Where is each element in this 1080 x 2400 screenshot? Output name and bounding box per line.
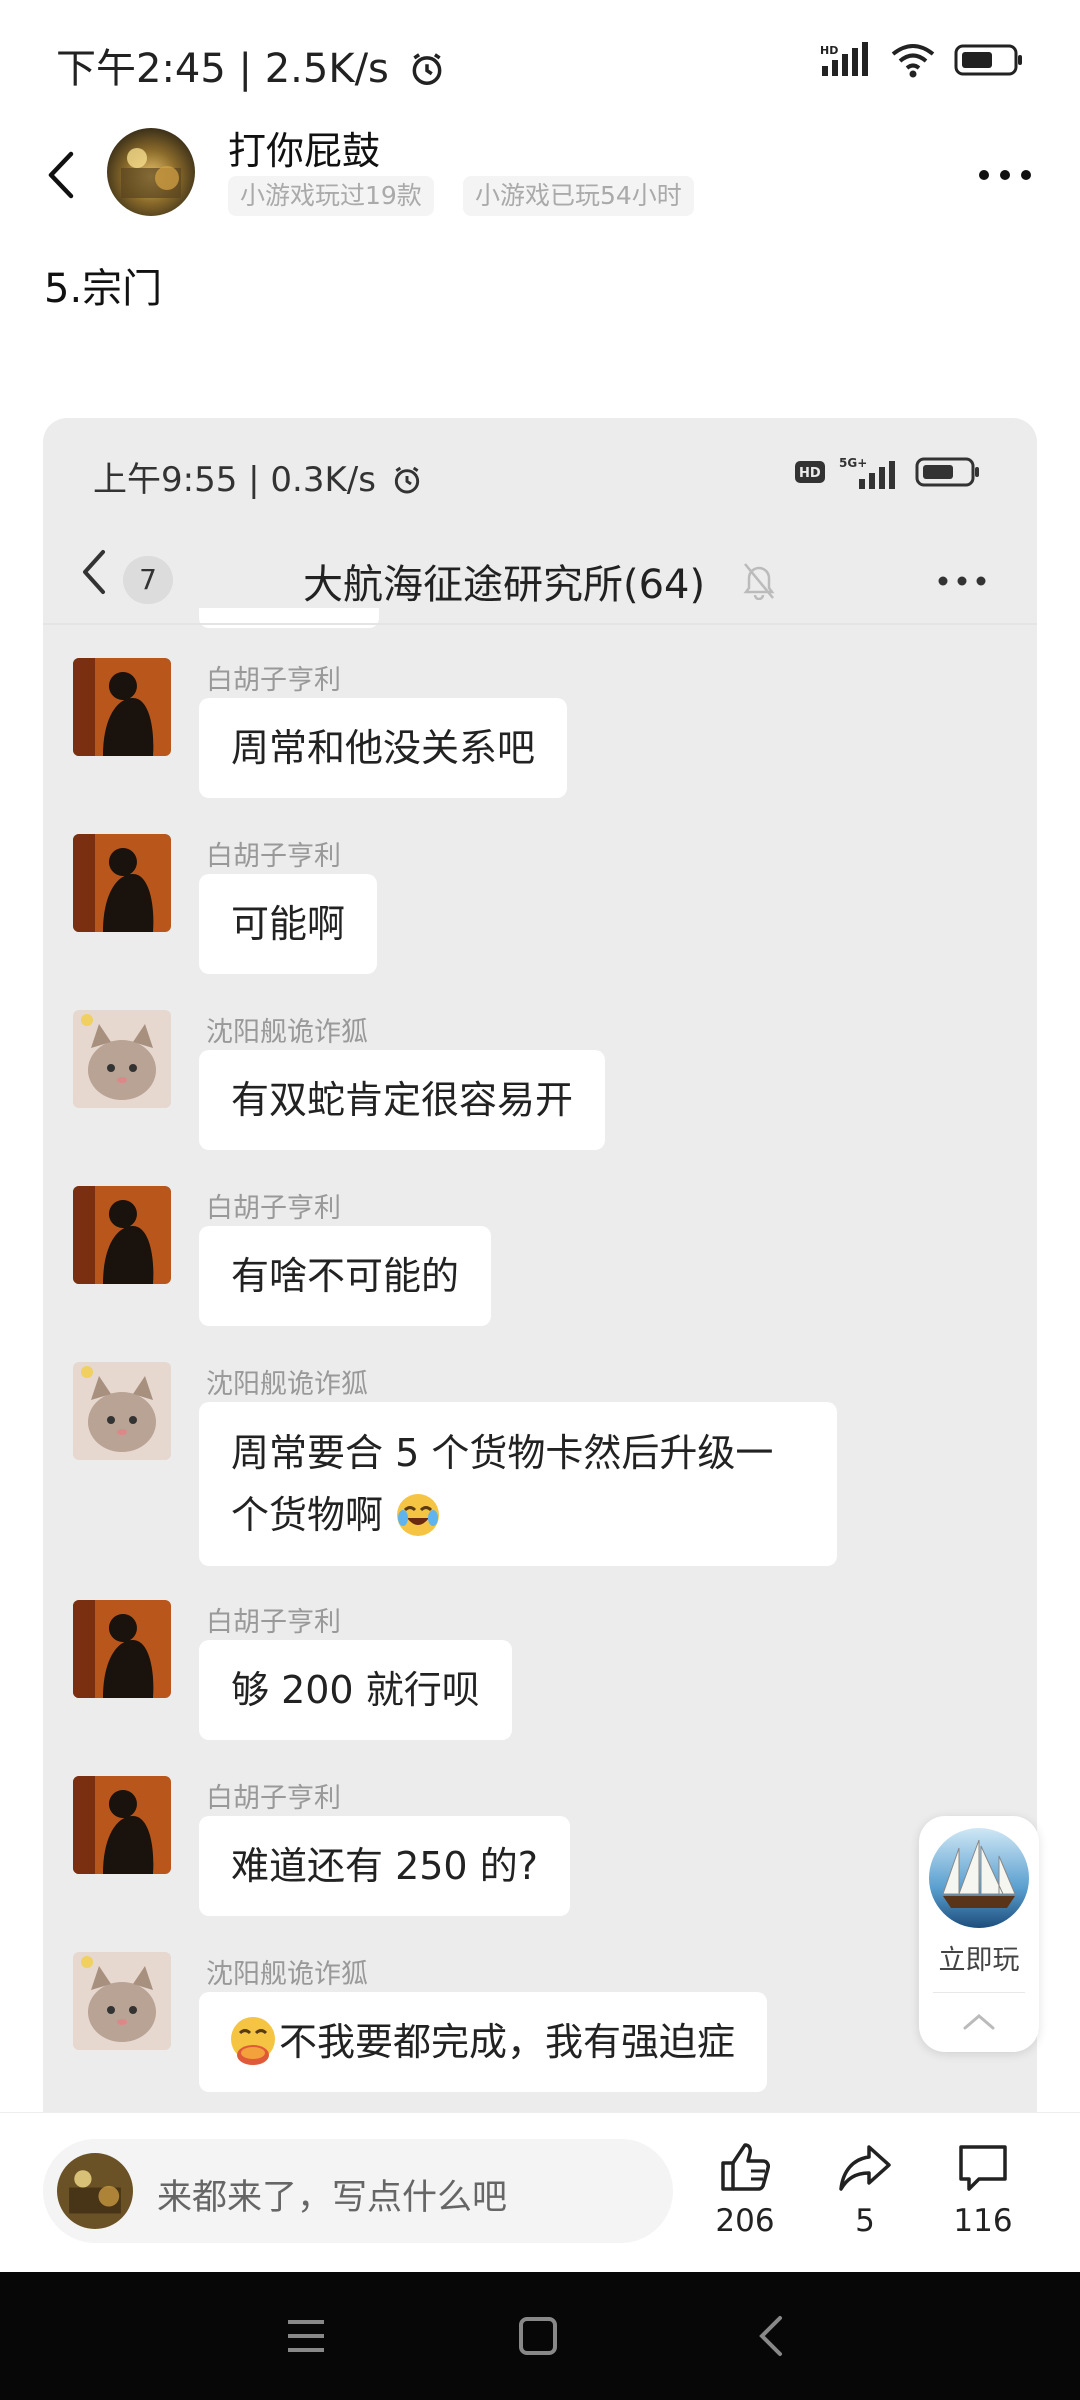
signal-icon: HD: [820, 42, 868, 76]
bottom-action-bar: 来都来了，写点什么吧 206 5 116: [0, 2112, 1080, 2273]
like-count: 206: [715, 2203, 775, 2239]
hand-over-mouth-emoji: [231, 2017, 275, 2065]
laughing-crying-emoji: [397, 1494, 440, 1536]
message-bubble: 可能啊: [199, 874, 378, 974]
comment-placeholder[interactable]: 来都来了，写点什么吧: [157, 2169, 507, 2220]
status-bar: 下午2:45 | 2.5K/s HD: [0, 0, 1080, 120]
unread-count-badge: 7: [123, 556, 173, 604]
home-icon[interactable]: [518, 2316, 558, 2356]
user-avatar: [57, 2153, 133, 2229]
sender-name: 沈阳舰诡诈狐: [206, 1369, 368, 1400]
system-nav-bar: [0, 2272, 1080, 2400]
wifi-icon: [891, 44, 935, 78]
post-header: 打你屁鼓 小游戏玩过19款 小游戏已玩54小时: [0, 120, 1080, 250]
share-arrow-icon: [839, 2145, 891, 2191]
chevron-up-icon[interactable]: [957, 2008, 1001, 2034]
author-avatar[interactable]: [107, 128, 195, 216]
message-text: 周常要合 5 个货物卡然后升级一个货物啊: [231, 1431, 774, 1537]
back-arrow-icon: [48, 151, 74, 199]
clipped-bubble: [199, 608, 379, 628]
sender-avatar-shadow: [73, 1776, 171, 1874]
message-bubble: 周常和他没关系吧: [199, 698, 568, 798]
message-bubble: 有双蛇肯定很容易开: [199, 1050, 606, 1150]
comment-count: 116: [953, 2203, 1013, 2239]
svg-text:5G+: 5G+: [839, 456, 867, 470]
play-card-divider: [933, 1992, 1025, 1993]
nav-back-icon[interactable]: [756, 2314, 786, 2358]
alarm-icon: [412, 53, 442, 85]
more-button[interactable]: [970, 150, 1040, 200]
sender-avatar-shadow: [73, 1600, 171, 1698]
message-bubble: 够 200 就行呗: [199, 1640, 512, 1740]
sender-avatar-cat: [73, 1362, 171, 1460]
sender-name: 白胡子亨利: [206, 1193, 341, 1224]
sender-name: 沈阳舰诡诈狐: [206, 1959, 368, 1990]
message-bubble: 有啥不可能的: [199, 1226, 492, 1326]
sender-avatar-cat: [73, 1952, 171, 2050]
sender-avatar-cat: [73, 1010, 171, 1108]
signal-icon: 5G+: [839, 456, 895, 489]
battery-icon: [954, 44, 1022, 76]
message-bubble: 难道还有 250 的?: [199, 1816, 570, 1916]
game-icon[interactable]: [929, 1828, 1029, 1928]
menu-icon[interactable]: [286, 2316, 326, 2356]
chat-divider: [43, 623, 1037, 625]
status-icons: HD: [818, 40, 1024, 80]
chat-more-icon[interactable]: [938, 576, 986, 586]
status-time: 下午2:45 | 2.5K/s: [56, 36, 446, 94]
sender-avatar-shadow: [73, 1186, 171, 1284]
like-button[interactable]: 206: [690, 2139, 800, 2239]
screenshot-status-time-text: 上午9:55 | 0.3K/s: [93, 460, 376, 500]
svg-text:HD: HD: [820, 44, 838, 57]
chat-back-icon[interactable]: [73, 542, 113, 602]
message-bubble: 不我要都完成，我有强迫症: [199, 1992, 768, 2092]
comment-bubble-icon: [959, 2145, 1007, 2191]
mute-bell-icon: [743, 563, 775, 600]
post-image[interactable]: 上午9:55 | 0.3K/s HD 5G+ 7 大航海征途研究所(64) 白胡…: [43, 418, 1037, 2118]
thumbs-up-icon: [721, 2143, 770, 2191]
sender-name: 沈阳舰诡诈狐: [206, 1017, 368, 1048]
chat-header: 7 大航海征途研究所(64): [43, 518, 1037, 628]
games-played-tag: 小游戏玩过19款: [228, 176, 434, 216]
post-title: 5.宗门: [44, 266, 163, 312]
play-now-card[interactable]: 立即玩: [919, 1816, 1039, 2052]
play-now-label[interactable]: 立即玩: [919, 1938, 1039, 1977]
sender-name: 白胡子亨利: [206, 841, 341, 872]
comment-button[interactable]: 116: [928, 2139, 1038, 2239]
comment-input[interactable]: 来都来了，写点什么吧: [43, 2139, 673, 2243]
author-name[interactable]: 打你屁鼓: [228, 120, 380, 175]
share-count: 5: [855, 2203, 875, 2239]
sender-avatar-shadow: [73, 834, 171, 932]
share-button[interactable]: 5: [810, 2139, 920, 2239]
svg-text:HD: HD: [799, 466, 821, 481]
screenshot-status-time: 上午9:55 | 0.3K/s: [93, 452, 423, 501]
sender-name: 白胡子亨利: [206, 665, 341, 696]
alarm-icon: [394, 466, 419, 494]
status-time-text: 下午2:45 | 2.5K/s: [56, 46, 389, 92]
hd-icon: HD: [795, 461, 825, 483]
battery-icon: [915, 457, 979, 487]
message-bubble: 周常要合 5 个货物卡然后升级一个货物啊: [199, 1402, 837, 1566]
message-text: 不我要都完成，我有强迫症: [279, 2020, 736, 2064]
chat-title: 大航海征途研究所(64): [303, 562, 706, 608]
sender-name: 白胡子亨利: [206, 1783, 341, 1814]
sender-avatar-shadow: [73, 658, 171, 756]
sender-name: 白胡子亨利: [206, 1607, 341, 1638]
back-button[interactable]: [30, 130, 90, 220]
more-icon: [979, 170, 1031, 180]
screenshot-status-icons: HD 5G+: [795, 452, 981, 492]
hours-played-tag: 小游戏已玩54小时: [463, 176, 694, 216]
